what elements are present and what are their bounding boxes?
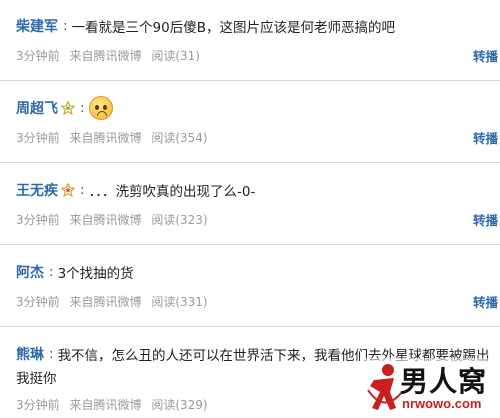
post-content: 3个找抽的货: [57, 266, 134, 282]
colon-separator: :: [80, 182, 85, 198]
read-count: 阅读(323): [151, 213, 208, 227]
separator: [0, 326, 500, 327]
post-time[interactable]: 3分钟前: [16, 398, 60, 412]
separator: [0, 80, 500, 81]
forward-button[interactable]: 转播: [473, 128, 498, 147]
post-time[interactable]: 3分钟前: [16, 49, 60, 63]
separator: [0, 244, 500, 245]
post-time[interactable]: 3分钟前: [16, 213, 60, 227]
post-header: 周超飞 :: [16, 96, 113, 120]
author-name[interactable]: 王无疾: [16, 180, 58, 200]
star-icon[interactable]: [61, 101, 75, 115]
author-name[interactable]: 周超飞: [16, 98, 58, 118]
post-content: ．．．洗剪吹真的出现了么-0-: [88, 184, 256, 200]
site-watermark: 男人窝 nrwowo.com: [364, 358, 500, 418]
read-count: 阅读(354): [151, 131, 208, 145]
colon-separator: :: [80, 100, 85, 116]
post-content-continued: 我挺你: [16, 367, 57, 387]
post-time[interactable]: 3分钟前: [16, 295, 60, 309]
colon-separator: :: [49, 264, 54, 280]
post-header: 柴建军 : 一看就是三个90后傻B，这图片应该是何老师恶搞的吧: [16, 16, 395, 36]
read-count: 阅读(329): [151, 398, 208, 412]
post-content: 一看就是三个90后傻B，这图片应该是何老师恶搞的吧: [71, 20, 396, 36]
post-header: 王无疾 : ．．．洗剪吹真的出现了么-0-: [16, 180, 255, 200]
crying-face-emoji: [88, 96, 113, 120]
forward-button[interactable]: 转播: [473, 210, 498, 229]
separator: [0, 162, 500, 163]
post-header: 阿杰 : 3个找抽的货: [16, 262, 134, 282]
post-source[interactable]: 来自腾讯微博: [69, 49, 141, 63]
post-source[interactable]: 来自腾讯微博: [69, 398, 141, 412]
post-source[interactable]: 来自腾讯微博: [69, 295, 141, 309]
post-meta: 3分钟前 来自腾讯微博 阅读(329): [16, 396, 214, 413]
post-time[interactable]: 3分钟前: [16, 131, 60, 145]
post-meta: 3分钟前 来自腾讯微博 阅读(323): [16, 211, 214, 228]
forward-button[interactable]: 转播: [473, 292, 498, 311]
post-meta: 3分钟前 来自腾讯微博 阅读(331): [16, 293, 214, 310]
colon-separator: :: [49, 346, 54, 362]
running-man-logo-icon: [367, 364, 403, 410]
post-meta: 3分钟前 来自腾讯微博 阅读(31): [16, 47, 206, 64]
author-name[interactable]: 柴建军: [16, 16, 58, 36]
forward-button[interactable]: 转播: [473, 46, 498, 65]
author-name[interactable]: 熊琳: [16, 344, 44, 364]
star-icon[interactable]: [61, 183, 75, 197]
author-name[interactable]: 阿杰: [16, 262, 44, 282]
colon-separator: :: [63, 18, 68, 34]
watermark-title: 男人窝: [400, 365, 488, 398]
post-source[interactable]: 来自腾讯微博: [69, 213, 141, 227]
read-count: 阅读(331): [151, 295, 208, 309]
post-content-line2: 我挺你: [16, 371, 57, 387]
watermark-url: nrwowo.com: [402, 396, 482, 411]
read-count: 阅读(31): [151, 49, 200, 63]
weibo-feed: 柴建军 : 一看就是三个90后傻B，这图片应该是何老师恶搞的吧 3分钟前 来自腾…: [0, 0, 500, 418]
post-source[interactable]: 来自腾讯微博: [69, 131, 141, 145]
post-meta: 3分钟前 来自腾讯微博 阅读(354): [16, 129, 214, 146]
